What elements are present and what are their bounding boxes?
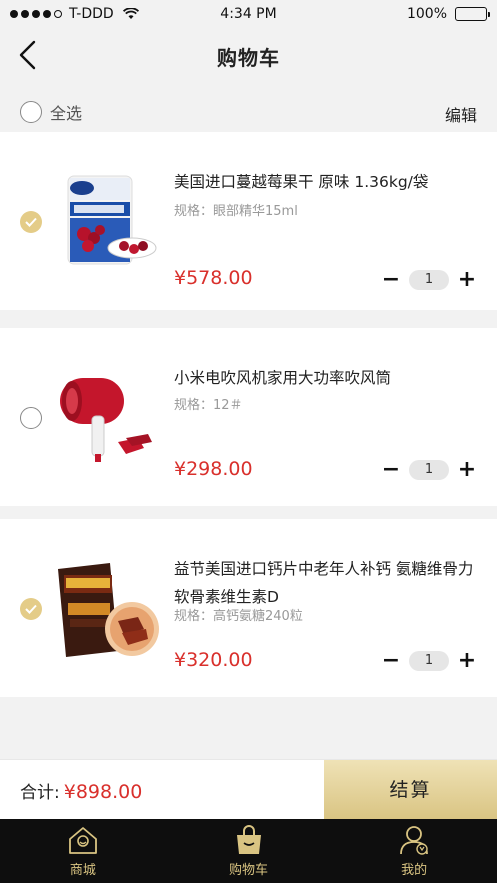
cart-item: 益节美国进口钙片中老年人补钙 氨糖维骨力软骨素维生素D 规格：高钙氨糖240粒 … xyxy=(0,519,497,697)
item-title[interactable]: 益节美国进口钙片中老年人补钙 氨糖维骨力软骨素维生素D xyxy=(174,555,474,611)
item-price: ¥298.00 xyxy=(174,458,253,480)
checkout-button[interactable]: 结算 xyxy=(324,760,497,820)
tab-label: 我的 xyxy=(401,863,428,878)
select-all-radio-icon[interactable] xyxy=(20,101,42,123)
item-price: ¥320.00 xyxy=(174,649,253,671)
quantity-value[interactable]: 1 xyxy=(409,460,449,480)
tab-bar: 商城 购物车 我的 xyxy=(0,819,497,883)
item-spec: 规格：12＃ xyxy=(174,398,243,413)
increase-button[interactable]: + xyxy=(457,269,477,291)
status-bar: T-DDD 4:34 PM 100% xyxy=(0,0,497,28)
quantity-stepper: − 1 + xyxy=(381,269,477,291)
increase-button[interactable]: + xyxy=(457,459,477,481)
checkout-bar: 合计: ¥898.00 结算 xyxy=(0,759,497,820)
select-bar: 全选 编辑 xyxy=(0,92,497,132)
increase-button[interactable]: + xyxy=(457,650,477,672)
page-title: 购物车 xyxy=(217,46,280,70)
cart-item: 小米电吹风机家用大功率吹风筒 规格：12＃ ¥298.00 − 1 + xyxy=(0,328,497,506)
nav-bar: 购物车 xyxy=(0,28,497,84)
beef-jerky-bag-image xyxy=(58,563,159,657)
tab-cart[interactable]: 购物车 xyxy=(166,819,332,883)
decrease-button[interactable]: − xyxy=(381,269,401,291)
total-amount: ¥898.00 xyxy=(63,781,143,803)
tab-label: 购物车 xyxy=(229,863,269,878)
quantity-value[interactable]: 1 xyxy=(409,651,449,671)
user-icon xyxy=(400,826,429,855)
battery-icon xyxy=(455,7,490,21)
tab-mall[interactable]: 商城 xyxy=(0,819,166,883)
quantity-stepper: − 1 + xyxy=(381,459,477,481)
decrease-button[interactable]: − xyxy=(381,650,401,672)
item-check-icon[interactable] xyxy=(20,598,42,620)
battery-percent: 100% xyxy=(406,6,447,22)
edit-button[interactable]: 编辑 xyxy=(445,102,477,126)
item-price: ¥578.00 xyxy=(174,267,253,289)
total-summary: 合计: ¥898.00 xyxy=(20,778,142,803)
item-spec: 规格：高钙氨糖240粒 xyxy=(174,609,303,624)
item-spec: 规格：眼部精华15ml xyxy=(174,204,298,219)
item-title[interactable]: 美国进口蔓越莓果干 原味 1.36kg/袋 xyxy=(174,168,474,196)
dried-cranberries-bag-image xyxy=(67,175,157,265)
item-check-icon[interactable] xyxy=(20,407,42,429)
total-label: 合计: xyxy=(20,783,60,803)
select-all-label: 全选 xyxy=(50,104,83,123)
decrease-button[interactable]: − xyxy=(381,459,401,481)
quantity-value[interactable]: 1 xyxy=(409,270,449,290)
tab-profile[interactable]: 我的 xyxy=(331,819,497,883)
item-check-icon[interactable] xyxy=(20,211,42,233)
tab-label: 商城 xyxy=(69,863,96,878)
battery-status: 100% xyxy=(406,6,490,22)
cart-item: 美国进口蔓越莓果干 原味 1.36kg/袋 规格：眼部精华15ml ¥578.0… xyxy=(0,132,497,310)
house-icon xyxy=(68,827,97,854)
item-title[interactable]: 小米电吹风机家用大功率吹风筒 xyxy=(174,364,474,392)
select-all-toggle[interactable]: 全选 xyxy=(20,100,82,124)
hair-dryer-image xyxy=(60,378,152,462)
quantity-stepper: − 1 + xyxy=(381,650,477,672)
shopping-bag-icon xyxy=(236,825,261,854)
